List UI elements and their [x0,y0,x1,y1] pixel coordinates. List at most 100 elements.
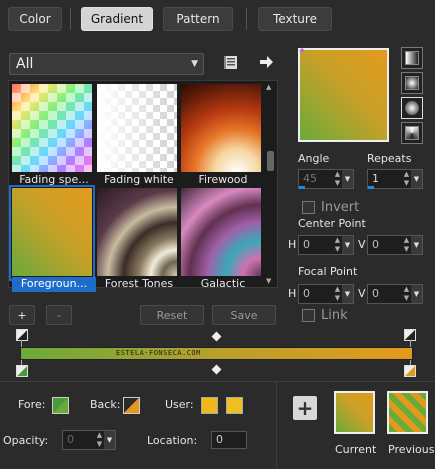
repeats-field[interactable]: 1 ▲ ▼ ▼ [367,169,423,189]
reset-button[interactable]: Reset [140,305,204,325]
focal-h-field[interactable]: 0 ▲ ▼ ▼ [298,284,354,304]
remove-gradient-button[interactable]: - [46,305,72,325]
focal-point-label: Focal Point [298,265,358,278]
opacity-midpoint[interactable] [211,331,222,342]
opacity-label: Opacity: [3,434,49,447]
add-gradient-button[interactable]: + [9,305,35,325]
tab-divider [70,8,71,30]
user-color-swatch-1[interactable] [201,397,218,414]
chevron-down-icon[interactable]: ▼ [411,236,422,254]
angle-slider-fill [299,186,305,189]
angle-label: Angle [298,152,330,165]
tab-pattern[interactable]: Pattern [163,7,233,31]
center-h-field[interactable]: 0 ▲ ▼ ▼ [298,235,354,255]
spin-arrows-icon[interactable]: ▲ ▼ [333,170,342,188]
user-label: User: [165,398,194,411]
sunburst-style-button[interactable] [401,97,423,119]
chevron-down-icon[interactable]: ▼ [411,170,422,188]
linear-style-button[interactable] [401,47,423,69]
focal-v-label: V [358,287,366,300]
chevron-down-icon[interactable]: ▼ [342,236,353,254]
category-select[interactable]: All ▼ [9,53,204,75]
fore-label: Fore: [18,398,46,411]
gradient-thumbnail [97,84,177,172]
tab-texture[interactable]: Texture [258,7,332,31]
link-checkbox[interactable] [302,309,315,322]
current-swatch[interactable] [334,391,375,434]
user-color-swatch-2[interactable] [226,397,243,414]
gradient-gallery[interactable]: Fading spe... Fading white Firewood Fore… [8,80,278,292]
book-icon[interactable] [222,53,240,71]
chevron-down-icon[interactable]: ▼ [266,277,271,285]
gallery-item[interactable]: Forest Tones [97,188,177,290]
opacity-field[interactable]: 0 ▲ ▼ ▼ [62,430,116,450]
repeats-slider-fill [368,186,374,189]
stop-connector [410,340,411,347]
center-point-label: Center Point [298,217,366,230]
angle-field[interactable]: 45 ▲ ▼ ▼ [298,169,354,189]
gallery-item[interactable]: Firewood [181,84,261,186]
gradient-editor-bar[interactable]: ESTELA-FONSECA.COM [20,347,413,360]
gallery-item[interactable]: Fading white [97,84,177,186]
chevron-up-icon[interactable]: ▲ [266,83,271,91]
chevron-down-icon: ▼ [191,59,198,69]
color-stop-right[interactable] [404,365,416,377]
gallery-item[interactable]: Foregroun... [9,185,96,292]
spin-arrows-icon[interactable]: ▲ ▼ [333,236,342,254]
gallery-item-label: Fading spe... [19,173,89,186]
gallery-item-label: Foregroun... [12,277,96,292]
section-divider [0,381,435,382]
section-divider [276,381,277,469]
add-swatch-button[interactable]: + [293,396,317,420]
angle-value: 45 [303,172,317,185]
tab-gradient[interactable]: Gradient [81,7,153,31]
center-v-value: 0 [372,238,379,251]
gradient-thumbnail [181,84,261,172]
save-button[interactable]: Save [212,305,276,325]
center-v-field[interactable]: 0 ▲ ▼ ▼ [367,235,423,255]
spin-arrows-icon[interactable]: ▲ ▼ [402,170,411,188]
gradient-thumbnail [181,188,261,276]
back-label: Back: [90,398,121,411]
center-h-label: H [288,238,297,251]
location-field[interactable]: 0 [211,431,247,449]
center-handle-icon[interactable]: ✦ [298,46,306,57]
gradient-preview[interactable] [298,48,389,142]
link-label: Link [321,308,348,323]
spin-arrows-icon[interactable]: ▲ ▼ [402,236,411,254]
category-select-value: All [16,56,34,72]
radial-style-button[interactable] [401,122,423,144]
tab-color[interactable]: Color [8,7,62,31]
center-v-label: V [358,238,366,251]
arrow-right-icon[interactable] [257,53,275,71]
opacity-value: 0 [67,433,74,446]
spin-arrows-icon[interactable]: ▲ ▼ [333,285,342,303]
tab-divider [246,8,247,30]
gallery-scroll-thumb[interactable] [267,151,274,171]
gallery-item[interactable]: Galactic [181,188,261,290]
spin-arrows-icon[interactable]: ▲ ▼ [95,431,104,449]
gallery-item-label: Galactic [200,277,246,290]
rectangular-style-button[interactable] [401,72,423,94]
gallery-item[interactable]: Fading spe... [12,84,92,186]
color-midpoint[interactable] [211,364,222,375]
gallery-scrollbar[interactable]: ▲ ▼ [265,83,275,285]
location-value: 0 [216,433,223,446]
chevron-down-icon[interactable]: ▼ [342,170,353,188]
chevron-down-icon[interactable]: ▼ [342,285,353,303]
focal-v-field[interactable]: 0 ▲ ▼ ▼ [367,284,423,304]
chevron-down-icon[interactable]: ▼ [411,285,422,303]
current-label: Current [335,443,377,456]
back-color-swatch[interactable] [123,397,140,414]
opacity-stop-left[interactable] [16,329,28,341]
fore-color-swatch[interactable] [52,397,69,414]
spin-arrows-icon[interactable]: ▲ ▼ [402,285,411,303]
stop-connector [21,340,22,347]
chevron-down-icon[interactable]: ▼ [104,431,115,449]
invert-checkbox[interactable] [302,201,315,214]
center-h-value: 0 [303,238,310,251]
previous-swatch[interactable] [387,391,428,434]
color-stop-left[interactable] [16,365,28,377]
focal-v-value: 0 [372,287,379,300]
gradient-thumbnail [12,84,92,172]
